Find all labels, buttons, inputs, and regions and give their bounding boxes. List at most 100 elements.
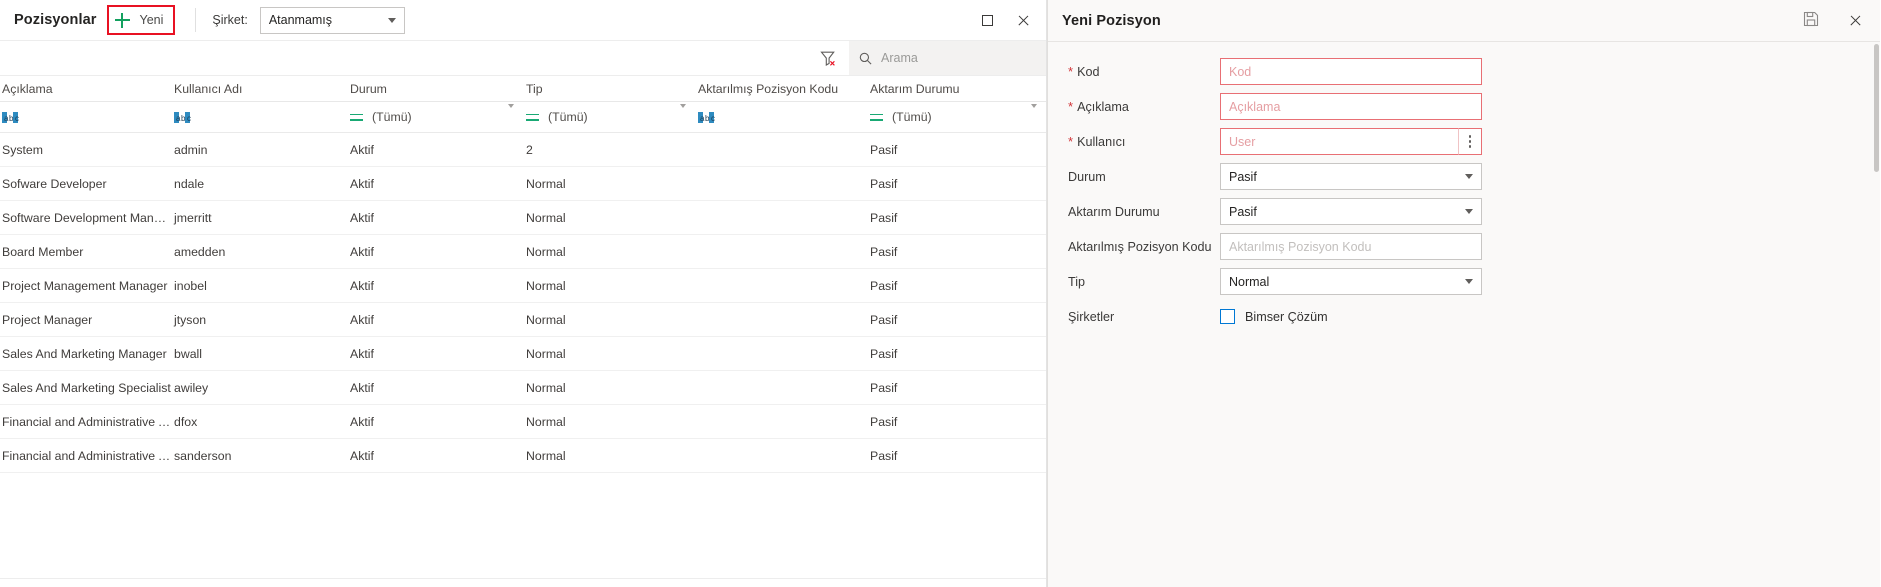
- kod-placeholder: Kod: [1229, 64, 1252, 79]
- cell-aciklama: Project Management Manager: [2, 278, 168, 293]
- cell-aciklama: Board Member: [2, 244, 84, 259]
- column-header-aktarilmis-pozisyon-kodu[interactable]: Aktarılmış Pozisyon Kodu: [696, 82, 868, 96]
- svg-text:b: b: [9, 114, 14, 123]
- aciklama-input[interactable]: Açıklama: [1220, 93, 1482, 120]
- label-text: Açıklama: [1077, 99, 1129, 114]
- aktarim-durumu-select[interactable]: Pasif: [1220, 198, 1482, 225]
- cell-kullanici: amedden: [174, 244, 226, 259]
- sirketler-checkbox-row[interactable]: Bimser Çözüm: [1220, 309, 1328, 324]
- panel-scrollbar-thumb[interactable]: [1874, 44, 1879, 172]
- close-icon: [1017, 14, 1030, 27]
- cell-aciklama: System: [2, 142, 43, 157]
- filter-dropdown-aktarim-durumu[interactable]: [1031, 104, 1037, 126]
- filter-cell-aktarilmis-pozisyon-kodu[interactable]: a b c: [696, 102, 868, 132]
- kod-input[interactable]: Kod: [1220, 58, 1482, 85]
- panel-header-actions: [1796, 6, 1870, 36]
- column-header-aciklama[interactable]: Açıklama: [0, 82, 172, 96]
- field-label-aktarim-durumu: Aktarım Durumu: [1068, 205, 1220, 219]
- filter-cell-durum[interactable]: (Tümü): [348, 102, 524, 132]
- save-button[interactable]: [1796, 6, 1826, 36]
- table-row[interactable]: Financial and Administrative Affairs S..…: [0, 439, 1046, 473]
- column-header-kullanici-adi[interactable]: Kullanıcı Adı: [172, 82, 348, 96]
- equals-icon: [350, 113, 363, 122]
- bimser-cozum-checkbox[interactable]: [1220, 309, 1235, 324]
- table-row[interactable]: Project Management Manager inobel Aktif Nor…: [0, 269, 1046, 303]
- cell-kullanici: jtyson: [174, 312, 207, 327]
- cell-aciklama: Sales And Marketing Specialist: [2, 380, 171, 395]
- cell-durum: Aktif: [350, 142, 374, 157]
- table-row[interactable]: Board Member amedden Aktif Normal Pasif: [0, 235, 1046, 269]
- panel-scrollbar[interactable]: [1873, 42, 1880, 587]
- cell-kullanici: bwall: [174, 346, 203, 361]
- svg-text:c: c: [187, 114, 191, 123]
- durum-select[interactable]: Pasif: [1220, 163, 1482, 190]
- aktarilmis-pozisyon-kodu-input[interactable]: Aktarılmış Pozisyon Kodu: [1220, 233, 1482, 260]
- new-button[interactable]: Yeni: [114, 8, 164, 32]
- new-button-label: Yeni: [139, 13, 164, 27]
- column-header-aktarim-durumu[interactable]: Aktarım Durumu: [868, 82, 1047, 96]
- cell-aktarim: Pasif: [870, 380, 898, 395]
- funnel-clear-icon: [819, 50, 837, 67]
- application-window: Pozisyonlar Yeni Şirket: Atanmamış Arama…: [0, 0, 1881, 587]
- column-header-tip[interactable]: Tip: [524, 82, 696, 96]
- tip-value: Normal: [1229, 274, 1270, 289]
- field-label-kullanici: * Kullanıcı: [1068, 135, 1220, 149]
- cell-tip: Normal: [526, 244, 566, 259]
- aktarilmis-pozisyon-kodu-placeholder: Aktarılmış Pozisyon Kodu: [1229, 239, 1372, 254]
- close-window-button[interactable]: [1006, 5, 1040, 35]
- grid-footer: [0, 578, 1046, 587]
- company-filter-value: Atanmamış: [268, 13, 333, 27]
- filter-cell-aciklama[interactable]: a b c: [0, 102, 172, 132]
- field-row-tip: Tip Normal: [1048, 264, 1880, 299]
- abc-filter-icon: a b c: [2, 111, 21, 124]
- cell-kullanici: dfox: [174, 414, 198, 429]
- cell-durum: Aktif: [350, 448, 374, 463]
- cell-tip: Normal: [526, 346, 566, 361]
- filter-cell-kullanici-adi[interactable]: a b c: [172, 102, 348, 132]
- cell-kullanici: inobel: [174, 278, 207, 293]
- cell-tip: Normal: [526, 278, 566, 293]
- clear-filter-button[interactable]: [807, 41, 849, 75]
- table-row[interactable]: Sales And Marketing Specialist awiley Akti…: [0, 371, 1046, 405]
- filter-dropdown-tip[interactable]: [680, 104, 686, 126]
- cell-durum: Aktif: [350, 346, 374, 361]
- cell-durum: Aktif: [350, 244, 374, 259]
- page-title: Pozisyonlar: [14, 12, 97, 28]
- table-row[interactable]: Sales And Marketing Manager bwall Aktif Nor…: [0, 337, 1046, 371]
- company-filter-select[interactable]: Atanmamış: [259, 6, 405, 34]
- grid-search-strip: Arama: [0, 41, 1046, 76]
- cell-aktarim: Pasif: [870, 448, 898, 463]
- kullanici-input[interactable]: User: [1220, 128, 1482, 155]
- cell-tip: Normal: [526, 210, 566, 225]
- field-label-durum: Durum: [1068, 170, 1220, 184]
- table-row[interactable]: Project Manager jtyson Aktif Normal Pasif: [0, 303, 1046, 337]
- label-text: Kullanıcı: [1077, 134, 1126, 149]
- required-asterisk: *: [1068, 64, 1074, 79]
- equals-icon: [870, 113, 883, 122]
- tip-select[interactable]: Normal: [1220, 268, 1482, 295]
- table-row[interactable]: System admin Aktif 2 Pasif: [0, 133, 1046, 167]
- bimser-cozum-label: Bimser Çözüm: [1245, 309, 1328, 324]
- field-label-tip: Tip: [1068, 275, 1220, 289]
- svg-text:b: b: [181, 114, 186, 123]
- cell-tip: Normal: [526, 312, 566, 327]
- field-label-kod: * Kod: [1068, 65, 1220, 79]
- filter-dropdown-durum[interactable]: [508, 104, 514, 126]
- column-header-durum[interactable]: Durum: [348, 82, 524, 96]
- panel-close-button[interactable]: [1840, 6, 1870, 36]
- table-row[interactable]: Software Development Manager jmerritt Akti…: [0, 201, 1046, 235]
- kullanici-lookup-button[interactable]: [1458, 128, 1482, 155]
- cell-tip: Normal: [526, 414, 566, 429]
- field-label-aktarilmis-pozisyon-kodu: Aktarılmış Pozisyon Kodu: [1068, 240, 1220, 254]
- cell-kullanici: awiley: [174, 380, 209, 395]
- filter-cell-aktarim-durumu[interactable]: (Tümü): [868, 102, 1047, 132]
- table-row[interactable]: Financial and Administrative Affairs ...…: [0, 405, 1046, 439]
- restore-window-button[interactable]: [970, 5, 1004, 35]
- restore-window-icon: [981, 14, 993, 26]
- search-input[interactable]: Arama: [849, 41, 1046, 75]
- field-row-aciklama: * Açıklama Açıklama: [1048, 89, 1880, 124]
- cell-aktarim: Pasif: [870, 244, 898, 259]
- filter-cell-tip[interactable]: (Tümü): [524, 102, 696, 132]
- chevron-down-icon: [1031, 104, 1037, 125]
- table-row[interactable]: Sofware Developer ndale Aktif Normal Pasif: [0, 167, 1046, 201]
